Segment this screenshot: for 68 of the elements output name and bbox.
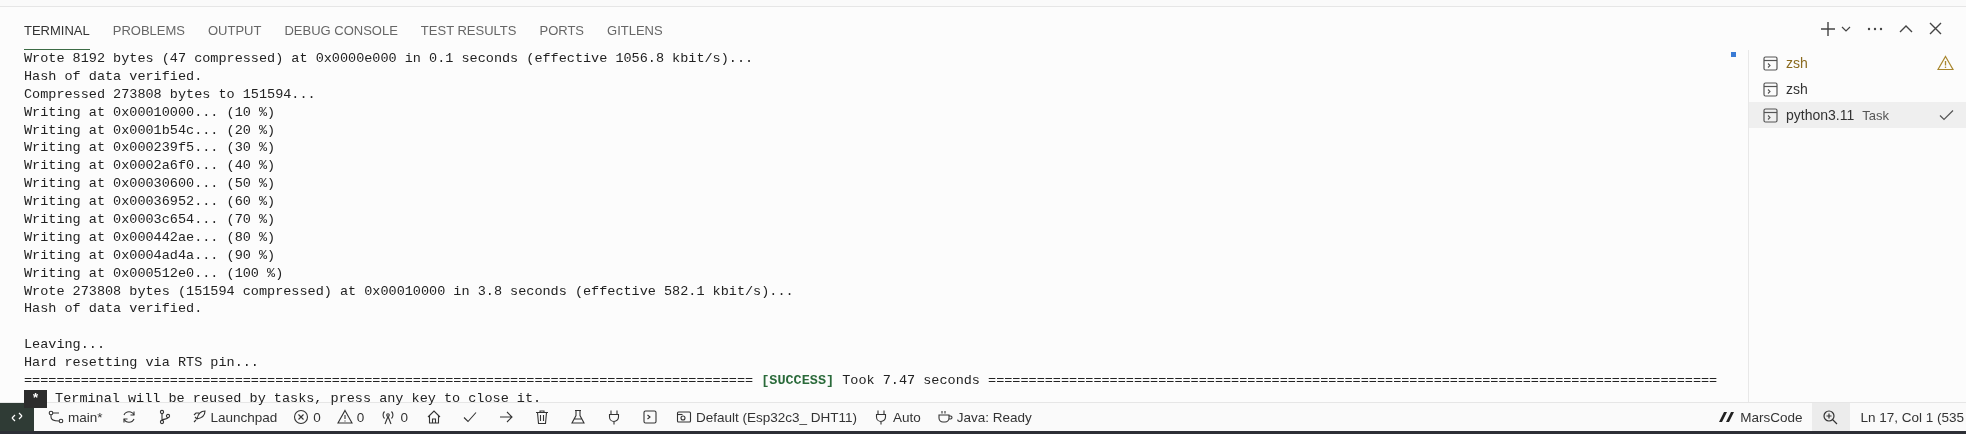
terminal-line: Writing at 0x0002a6f0... (40 %): [24, 157, 276, 176]
terminal-line: Compressed 273808 bytes to 151594...: [24, 85, 316, 104]
remote-button[interactable]: [0, 403, 34, 431]
panel-tab[interactable]: PORTS: [539, 7, 585, 50]
device-icon: [675, 409, 692, 425]
terminal-name: zsh: [1786, 55, 1808, 71]
terminal-line: Writing at 0x0003c654... (70 %): [24, 211, 276, 229]
terminal-name: python3.11: [1786, 107, 1855, 123]
terminal-line: Wrote 273808 bytes (151594 compressed) at 0x00010000 in 3.8 seconds (effective 582.1 kbit/s)...: [24, 282, 794, 301]
plus-icon[interactable]: [1819, 19, 1837, 38]
separator-line: ==========================================================================================: [988, 372, 1718, 390]
status-item[interactable]: [1812, 403, 1851, 431]
terminal-line: Writing at 0x000442ae... (80 %): [24, 228, 276, 247]
trash-icon: [533, 409, 550, 425]
terminal-name: zsh: [1786, 81, 1808, 97]
arrow-right-icon: [497, 409, 514, 425]
terminal-line: Hard resetting via RTS pin...: [24, 354, 259, 373]
panel-tab[interactable]: GITLENS: [607, 7, 663, 50]
terminal-line: Wrote 8192 bytes (47 compressed) at 0x0000e000 in 0.1 seconds (effective 1056.8 kbit/s)...: [24, 50, 754, 68]
coffee-icon: [936, 409, 953, 425]
terminal-description: Task: [1862, 107, 1889, 123]
terminal-line: Writing at 0x0001b54c... (20 %): [24, 121, 276, 140]
terminal-icon: [1763, 55, 1778, 71]
warning-icon: [336, 409, 353, 425]
terminal-line: Writing at 0x0004ad4a... (90 %): [24, 246, 276, 265]
notice-marker: *: [24, 389, 47, 408]
terminal-line: Writing at 0x00010000... (10 %): [24, 103, 276, 122]
panel-tab[interactable]: DEBUG CONSOLE: [284, 7, 398, 50]
terminal-line: Took 7.47 seconds: [842, 372, 980, 390]
terminal-line: Hash of data verified.: [24, 300, 203, 319]
terminal-line: Writing at 0x00036952... (60 %): [24, 193, 276, 212]
status-item[interactable]: MarsCode: [1716, 403, 1805, 431]
chevron-down-icon[interactable]: [1841, 24, 1851, 33]
branch-icon: [48, 409, 64, 425]
error-icon: [293, 409, 310, 425]
terminal-list-item[interactable]: zsh: [1749, 76, 1966, 102]
overview-marker: [1731, 52, 1736, 57]
separator-line: ==========================================================================================: [24, 372, 754, 390]
home-icon: [425, 409, 442, 425]
check-icon: [1939, 109, 1954, 121]
terminal-line: Hash of data verified.: [24, 67, 203, 86]
terminal-icon: [1763, 107, 1778, 123]
terminal-list-item[interactable]: python3.11 Task: [1749, 102, 1966, 128]
warning-icon: [1937, 55, 1954, 71]
chevron-up-icon[interactable]: [1899, 24, 1913, 33]
success-tag: [SUCCESS]: [761, 372, 835, 390]
status-item[interactable]: Default (Esp32c3_ DHT11): [673, 403, 859, 431]
marscode-logo-icon: [1718, 409, 1737, 425]
panel-tab[interactable]: TERMINAL: [24, 7, 90, 50]
more-icon[interactable]: [1867, 26, 1883, 31]
sync-icon: [120, 409, 137, 425]
terminal-list-item[interactable]: zsh: [1749, 50, 1966, 76]
terminal-line: Writing at 0x000512e0... (100 %): [24, 264, 284, 283]
terminal-icon: [1763, 81, 1778, 97]
remote-icon: [10, 410, 24, 424]
flask-icon: [569, 409, 586, 425]
status-item[interactable]: Java: Ready: [934, 403, 1034, 431]
panel-tab[interactable]: TEST RESULTS: [420, 7, 517, 50]
terminal-line: Writing at 0x00030600... (50 %): [24, 175, 276, 194]
terminal-icon: [641, 409, 658, 425]
terminal-line: Writing at 0x000239f5... (30 %): [24, 139, 276, 158]
terminal-line: Leaving...: [24, 336, 105, 355]
status-item[interactable]: Auto: [870, 403, 923, 431]
close-icon[interactable]: [1929, 22, 1942, 35]
panel-tab[interactable]: OUTPUT: [208, 7, 262, 50]
status-item[interactable]: Ln 17, Col 1 (535: [1858, 403, 1966, 431]
check-icon: [461, 409, 478, 425]
panel-tab[interactable]: PROBLEMS: [112, 7, 185, 50]
